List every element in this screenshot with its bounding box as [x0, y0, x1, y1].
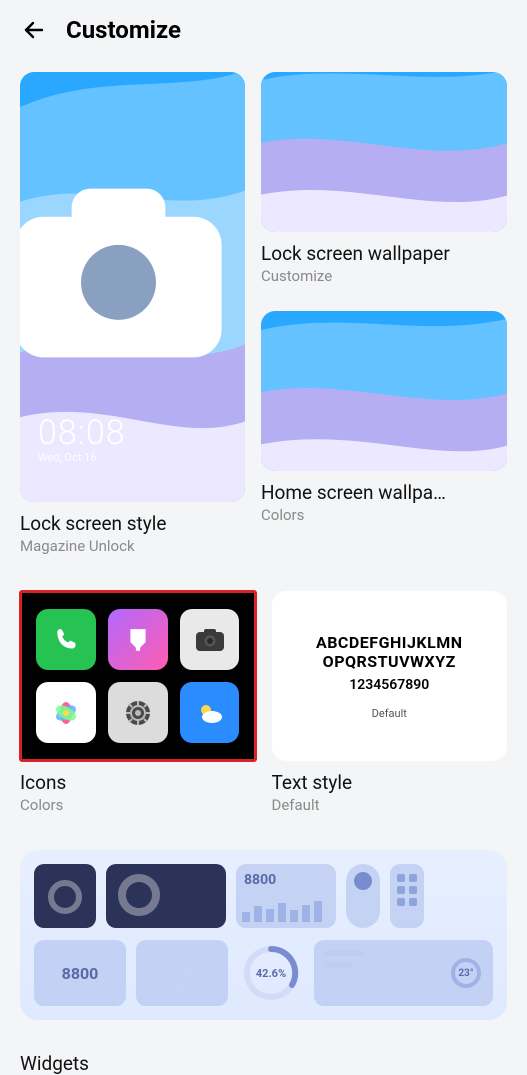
phone-app-icon	[36, 609, 96, 670]
row-icons-text: Icons Colors ABCDEFGHIJKLMN OPQRSTUVWXYZ…	[20, 591, 507, 814]
right-column: Lock screen wallpaper Customize Home scr…	[261, 72, 507, 555]
icons-sub: Colors	[20, 796, 256, 814]
widgets-preview: 8800 8800 42.6%	[20, 850, 507, 1020]
lock-screen-style-item[interactable]: 08:08 Wed, Oct 16 Lock screen style Maga…	[20, 72, 245, 555]
wallpaper-swirl-icon	[261, 72, 507, 232]
back-arrow-icon	[22, 18, 46, 42]
widgets-row2: 8800 42.6% 23°	[34, 940, 493, 1006]
lock-wallpaper-item[interactable]: Lock screen wallpaper Customize	[261, 72, 507, 285]
page-title: Customize	[66, 16, 181, 44]
content: 08:08 Wed, Oct 16 Lock screen style Maga…	[0, 52, 527, 1040]
header: Customize	[0, 0, 527, 52]
back-button[interactable]	[20, 16, 48, 44]
lock-wallpaper-label: Lock screen wallpaper	[261, 242, 507, 265]
gallery-app-icon	[36, 682, 96, 743]
lock-screen-style-preview: 08:08 Wed, Oct 16	[20, 72, 245, 502]
widget-tile: 8800	[236, 864, 336, 928]
icons-label: Icons	[20, 771, 256, 794]
settings-app-icon	[108, 682, 168, 743]
widget-tile	[106, 864, 226, 928]
camera-icon	[20, 72, 231, 488]
widget-tile: 8800	[34, 940, 126, 1006]
lock-screen-style-sub: Magazine Unlock	[20, 537, 245, 555]
widgets-label: Widgets	[0, 1052, 527, 1075]
widgets-item[interactable]: 8800 8800 42.6%	[20, 850, 507, 1020]
home-wallpaper-preview	[261, 311, 507, 471]
home-wallpaper-sub: Colors	[261, 506, 507, 524]
widgets-row1: 8800	[34, 864, 493, 928]
widget-pill	[346, 864, 380, 928]
home-wallpaper-item[interactable]: Home screen wallpa… Colors	[261, 311, 507, 524]
text-style-preview: ABCDEFGHIJKLMN OPQRSTUVWXYZ 1234567890 D…	[272, 591, 508, 761]
runner-icon	[136, 940, 228, 1002]
widget-runner	[136, 940, 228, 1006]
icons-item[interactable]: Icons Colors	[20, 591, 256, 814]
row-previews: 08:08 Wed, Oct 16 Lock screen style Maga…	[20, 72, 507, 555]
icons-preview	[20, 591, 256, 761]
text-line3: 1234567890	[349, 677, 429, 693]
grid-icon	[390, 864, 424, 924]
camera-app-icon	[180, 609, 240, 670]
text-line2: OPQRSTUVWXYZ	[323, 652, 456, 671]
lock-wallpaper-sub: Customize	[261, 267, 507, 285]
lock-screen-style-label: Lock screen style	[20, 512, 245, 535]
text-style-label: Text style	[272, 771, 508, 794]
weather-app-icon	[180, 682, 240, 743]
widget-square	[390, 864, 424, 928]
themes-app-icon	[108, 609, 168, 670]
text-line1: ABCDEFGHIJKLMN	[316, 633, 463, 652]
lock-wallpaper-preview	[261, 72, 507, 232]
wallpaper-swirl-icon	[261, 311, 507, 471]
text-style-item[interactable]: ABCDEFGHIJKLMN OPQRSTUVWXYZ 1234567890 D…	[272, 591, 508, 814]
widget-tile	[34, 864, 96, 928]
widget-percent: 42.6%	[238, 940, 304, 1006]
home-wallpaper-label: Home screen wallpa…	[261, 481, 507, 504]
text-line4: Default	[372, 707, 407, 720]
text-style-sub: Default	[272, 796, 508, 814]
bars-icon	[242, 898, 330, 922]
widget-weather: 23°	[314, 940, 493, 1006]
